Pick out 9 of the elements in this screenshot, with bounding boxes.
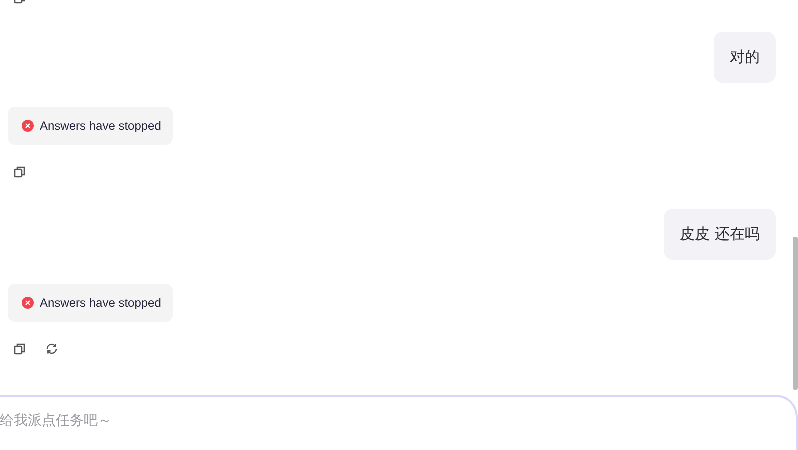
error-icon xyxy=(22,120,34,132)
scrollbar[interactable] xyxy=(793,237,798,390)
user-message: 皮皮 还在吗 xyxy=(664,209,776,260)
refresh-icon xyxy=(46,343,58,355)
error-text: Answers have stopped xyxy=(40,119,162,133)
error-icon xyxy=(22,297,34,309)
regenerate-button[interactable] xyxy=(46,343,58,355)
error-text: Answers have stopped xyxy=(40,296,162,310)
user-message: 对的 xyxy=(714,32,776,83)
